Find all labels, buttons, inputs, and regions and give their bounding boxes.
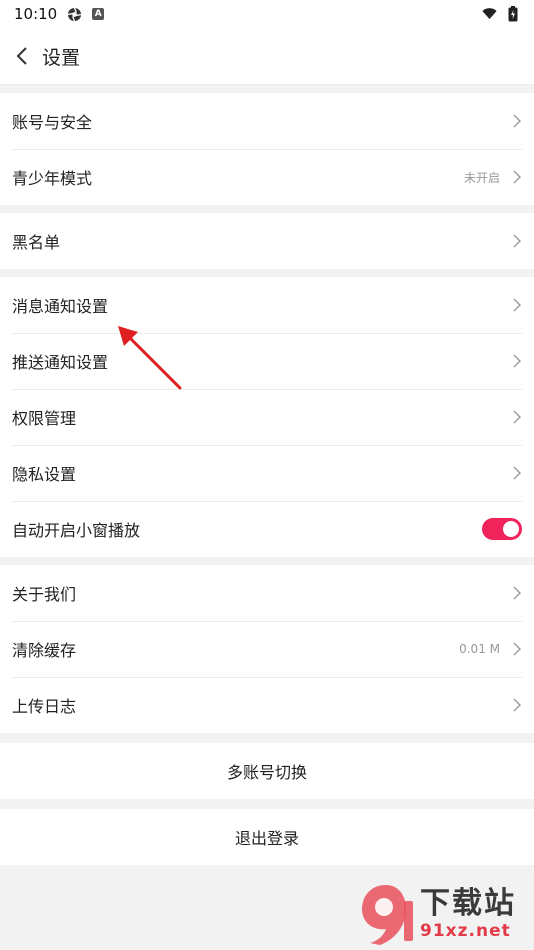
- watermark-url: 91xz.net: [420, 921, 511, 941]
- cache-size: 0.01 M: [459, 642, 500, 656]
- row-clear-cache[interactable]: 清除缓存 0.01 M: [0, 621, 534, 677]
- chevron-right-icon: [512, 642, 522, 656]
- row-label: 账号与安全: [12, 113, 93, 132]
- chevron-right-icon: [512, 114, 522, 128]
- toggle-knob: [503, 521, 519, 537]
- row-push-notification[interactable]: 推送通知设置: [0, 333, 534, 389]
- chevron-right-icon: [512, 354, 522, 368]
- chevron-right-icon: [512, 586, 522, 600]
- row-label: 推送通知设置: [12, 353, 109, 372]
- row-label: 清除缓存: [12, 641, 77, 660]
- battery-icon: [505, 6, 520, 22]
- chevron-right-icon: [512, 234, 522, 248]
- row-label: 关于我们: [12, 585, 77, 604]
- watermark: 下载站 91xz.net: [356, 878, 526, 950]
- row-label: 青少年模式: [12, 169, 93, 188]
- teen-mode-status: 未开启: [463, 170, 500, 185]
- logout-button[interactable]: 退出登录: [0, 809, 534, 865]
- back-arrow-icon: [16, 47, 27, 65]
- status-bar: 10:10 A: [0, 0, 534, 28]
- chevron-right-icon: [512, 698, 522, 712]
- settings-group-blacklist: 黑名单: [0, 213, 534, 269]
- chevron-right-icon: [512, 410, 522, 424]
- wifi-icon: [482, 7, 497, 22]
- top-bar: 设置: [0, 28, 534, 85]
- watermark-logo-icon: [362, 885, 413, 945]
- row-label: 消息通知设置: [12, 297, 109, 316]
- row-about-us[interactable]: 关于我们: [0, 565, 534, 621]
- row-upload-log[interactable]: 上传日志: [0, 677, 534, 733]
- settings-group-misc: 关于我们 清除缓存 0.01 M 上传日志: [0, 565, 534, 733]
- row-message-notification[interactable]: 消息通知设置: [0, 277, 534, 333]
- watermark-brand: 下载站: [420, 886, 516, 921]
- notification-a-icon: A: [92, 8, 105, 20]
- settings-group-notifications: 消息通知设置 推送通知设置 权限管理 隐私设置 自动开启小窗播放: [0, 277, 534, 557]
- row-label: 上传日志: [12, 697, 77, 716]
- row-account-security[interactable]: 账号与安全: [0, 93, 534, 149]
- chevron-right-icon: [512, 170, 522, 184]
- chevron-right-icon: [512, 298, 522, 312]
- row-permission-management[interactable]: 权限管理: [0, 389, 534, 445]
- settings-group-account: 账号与安全 青少年模式 未开启: [0, 93, 534, 205]
- row-blacklist[interactable]: 黑名单: [0, 213, 534, 269]
- row-teen-mode[interactable]: 青少年模式 未开启: [0, 149, 534, 205]
- chevron-right-icon: [512, 466, 522, 480]
- switch-account-button[interactable]: 多账号切换: [0, 743, 534, 799]
- row-label: 黑名单: [12, 233, 61, 252]
- row-auto-mini-window: 自动开启小窗播放: [0, 501, 534, 557]
- row-privacy-settings[interactable]: 隐私设置: [0, 445, 534, 501]
- back-button[interactable]: [2, 28, 42, 84]
- row-label: 权限管理: [12, 409, 77, 428]
- aperture-icon: [67, 7, 82, 22]
- page-title: 设置: [42, 46, 81, 69]
- mini-window-toggle[interactable]: [482, 518, 522, 540]
- status-time: 10:10: [14, 5, 58, 23]
- row-label: 隐私设置: [12, 465, 77, 484]
- row-label: 自动开启小窗播放: [12, 521, 141, 540]
